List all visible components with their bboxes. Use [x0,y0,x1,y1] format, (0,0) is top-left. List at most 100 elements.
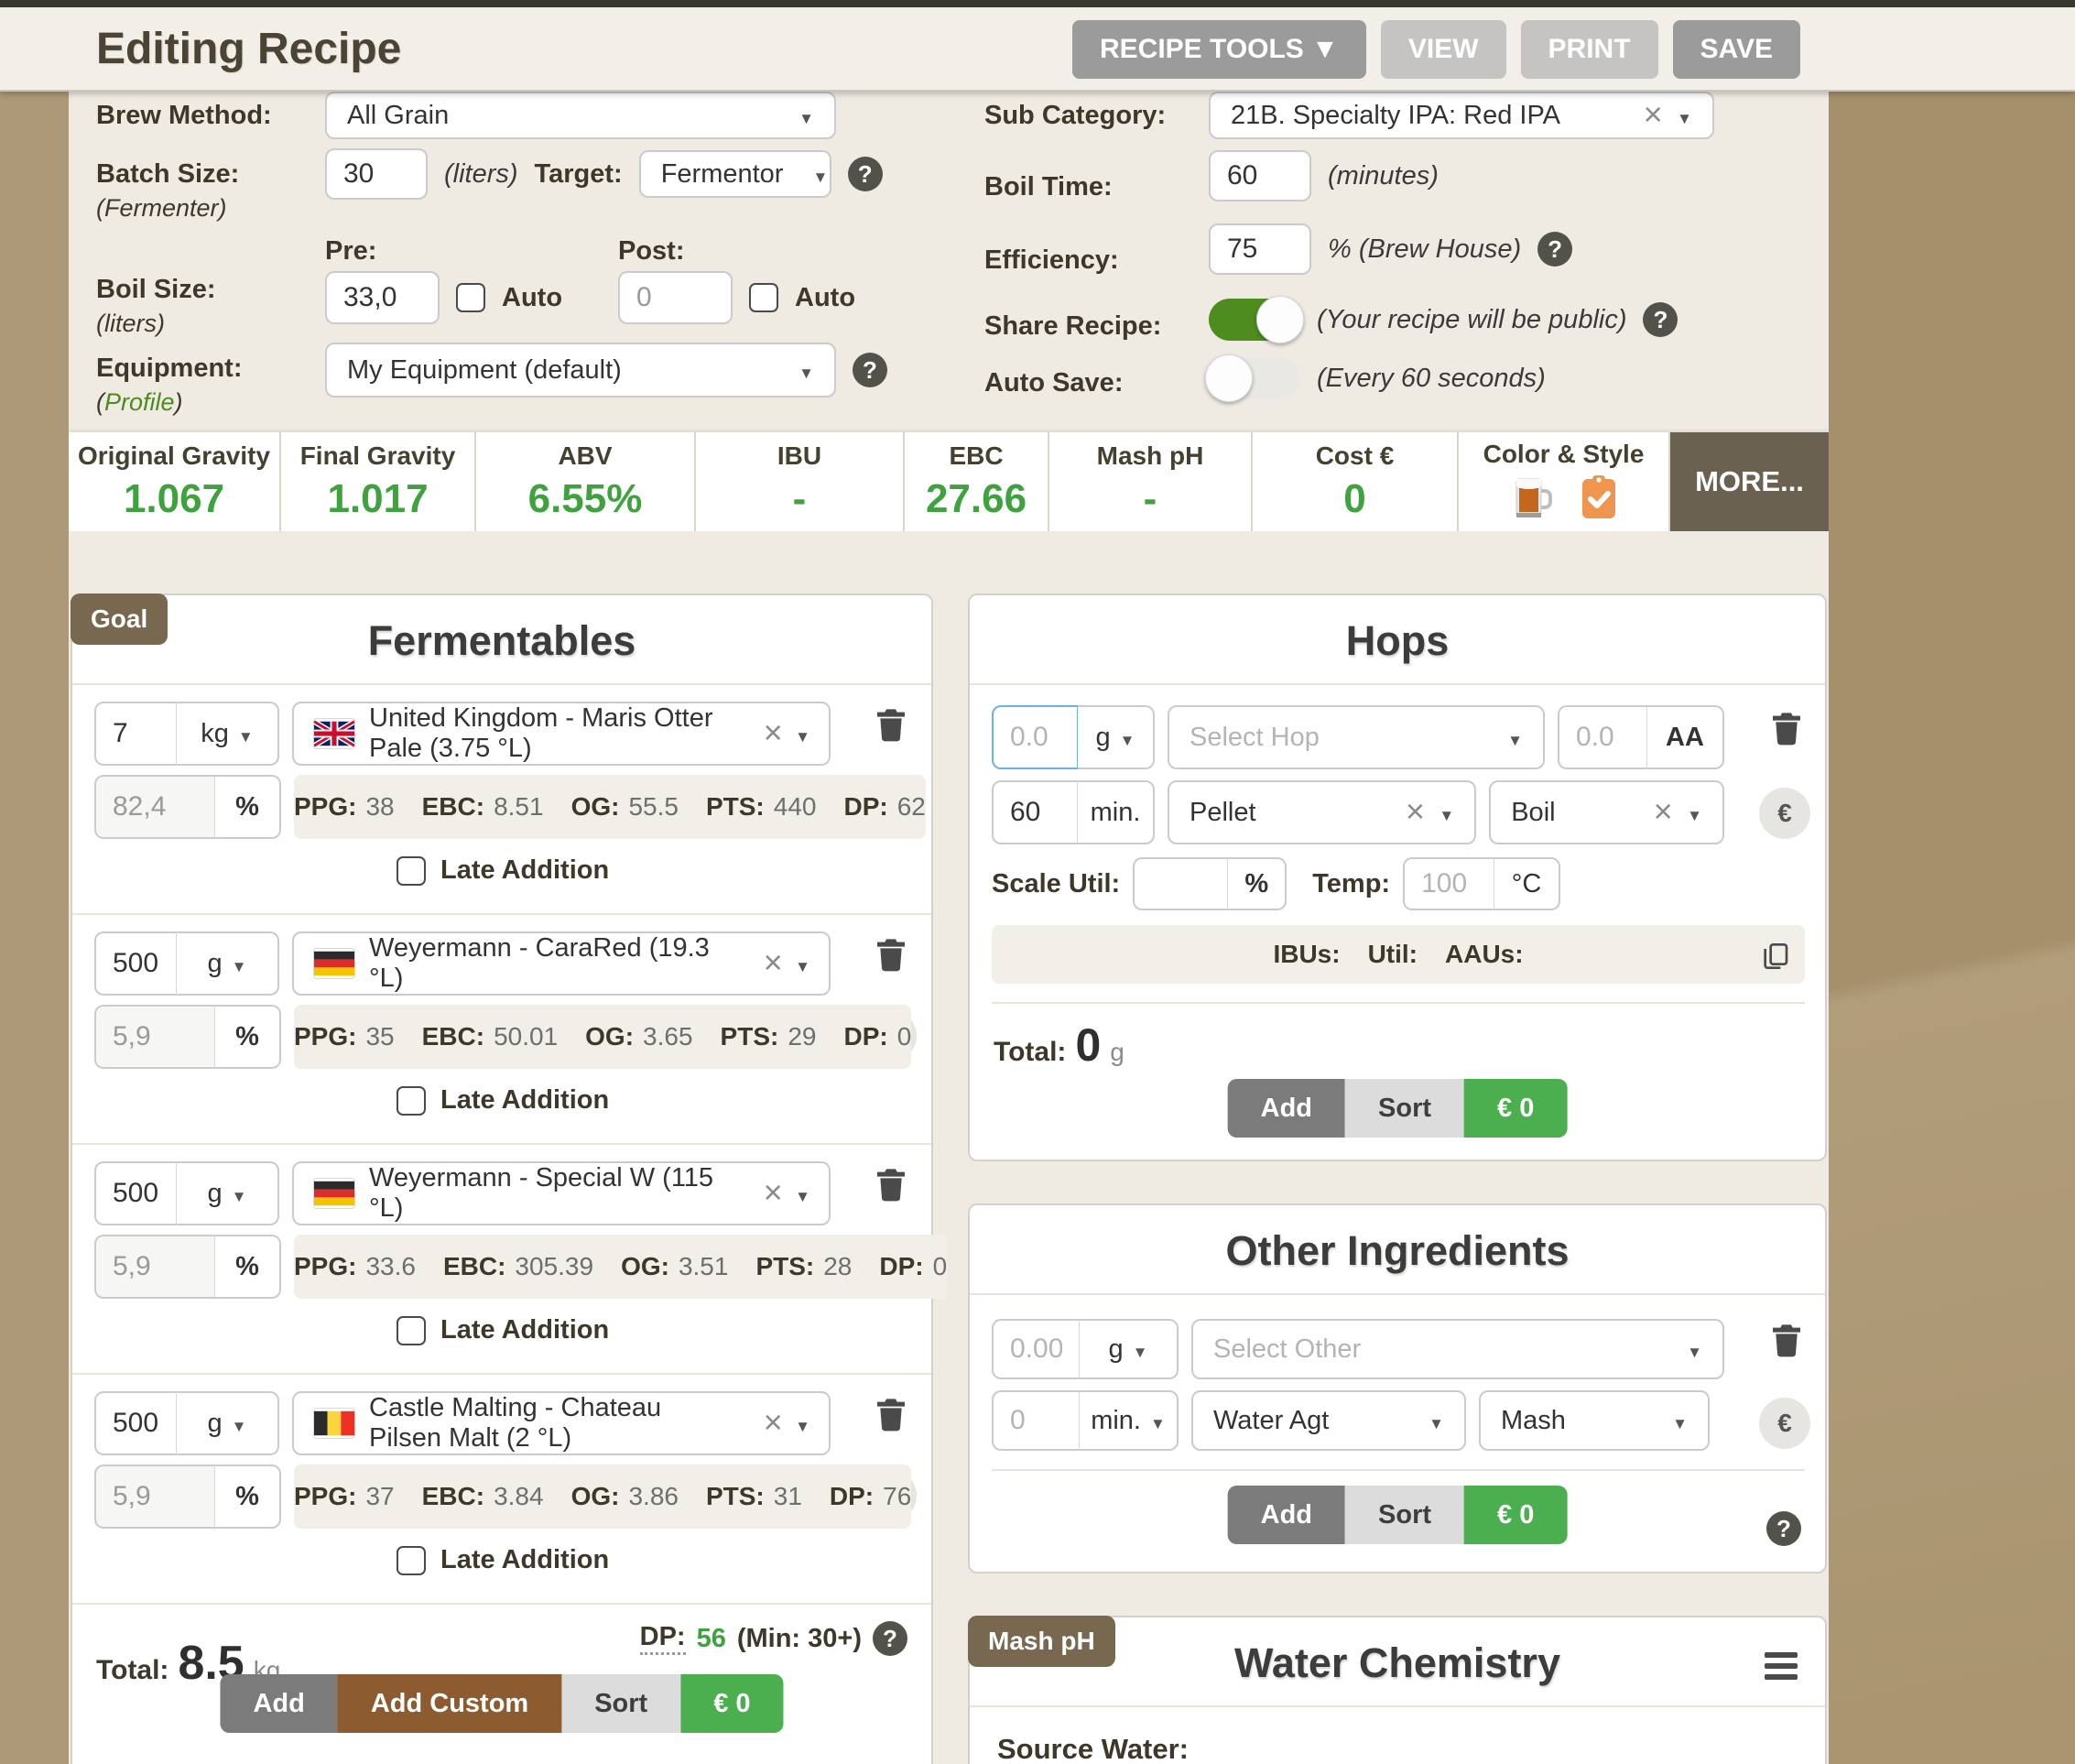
fermentables-panel: Goal Fermentables kg [71,593,933,1764]
percent-input[interactable] [94,1465,215,1529]
pre-boil-size-input[interactable] [325,271,440,324]
scale-util-input[interactable] [1133,857,1228,910]
other-unit-select[interactable]: g [1080,1319,1179,1379]
other-amount-input[interactable] [992,1319,1080,1379]
hops-cost-button[interactable]: € 0 [1464,1079,1567,1138]
chevron-down-icon [1439,798,1454,828]
percent-input[interactable] [94,775,215,839]
more-stats-button[interactable]: MORE... [1670,432,1829,531]
unit-select[interactable]: g [177,1391,279,1455]
cost-icon[interactable] [1759,1398,1810,1449]
add-fermentable-button[interactable]: Add [220,1674,337,1733]
mash-ph-tag[interactable]: Mash pH [968,1616,1115,1667]
delete-icon[interactable] [873,1393,909,1440]
delete-icon[interactable] [1768,707,1805,754]
efficiency-input[interactable] [1209,223,1311,275]
other-select[interactable]: Select Other [1191,1319,1724,1379]
save-button[interactable]: SAVE [1673,20,1800,79]
other-type-select[interactable]: Water Agt [1191,1390,1466,1451]
clear-icon[interactable] [1405,795,1424,830]
amount-input[interactable] [94,931,177,996]
clear-icon[interactable] [763,1406,782,1441]
fermentable-select[interactable]: Weyermann - CaraRed (19.3 °L) [292,931,831,996]
recipe-tools-button[interactable]: RECIPE TOOLS ▼ [1072,20,1366,79]
sub-category-select[interactable]: 21B. Specialty IPA: Red IPA [1209,92,1714,139]
beer-mug-icon[interactable] [1510,474,1552,525]
delete-icon[interactable] [1768,1319,1805,1366]
hop-type-select[interactable]: Pellet [1168,780,1476,844]
other-cost-button[interactable]: € 0 [1464,1486,1567,1544]
delete-icon[interactable] [873,1163,909,1210]
goal-tag[interactable]: Goal [71,593,168,645]
post-auto-checkbox[interactable] [749,283,778,312]
temp-input[interactable] [1403,857,1494,910]
hop-time-input[interactable] [992,780,1078,844]
delete-icon[interactable] [873,933,909,980]
help-icon[interactable] [1643,302,1678,337]
sort-fermentables-button[interactable]: Sort [561,1674,680,1733]
equipment-label: Equipment: [96,354,243,384]
clear-icon[interactable] [1643,98,1662,133]
late-addition-checkbox[interactable] [397,1316,426,1345]
boil-time-input[interactable] [1209,150,1311,201]
help-icon[interactable] [853,353,887,387]
clear-icon[interactable] [1653,795,1672,830]
other-time-input[interactable] [992,1390,1080,1451]
hop-amount-group: g [992,705,1155,769]
target-select[interactable]: Fermentor [639,150,831,198]
sort-other-button[interactable]: Sort [1345,1486,1464,1544]
view-button[interactable]: VIEW [1381,20,1506,79]
hop-use-select[interactable]: Boil [1489,780,1724,844]
fermentable-select[interactable]: Castle Malting - Chateau Pilsen Malt (2 … [292,1391,831,1455]
help-icon[interactable] [848,157,883,191]
pre-auto-checkbox[interactable] [456,283,485,312]
amount-input[interactable] [94,702,177,766]
clear-icon[interactable] [763,716,782,751]
print-button[interactable]: PRINT [1521,20,1658,79]
copy-icon[interactable] [1761,940,1790,979]
unit-select[interactable]: kg [177,702,279,766]
clear-icon[interactable] [763,946,782,981]
sort-hops-button[interactable]: Sort [1345,1079,1464,1138]
cost-icon[interactable] [1759,788,1810,839]
late-addition-checkbox[interactable] [397,856,426,886]
alpha-acid-input[interactable] [1558,705,1647,769]
style-clipboard-icon[interactable] [1580,474,1618,525]
delete-icon[interactable] [873,703,909,750]
help-icon[interactable] [1766,1511,1801,1546]
menu-icon[interactable] [1765,1652,1798,1680]
source-water-label: Source Water: [997,1733,1189,1764]
auto-save-toggle[interactable] [1209,357,1300,399]
unit-select[interactable]: g [177,1161,279,1225]
other-time-unit-select[interactable]: min. [1080,1390,1179,1451]
add-other-button[interactable]: Add [1228,1486,1345,1544]
hop-amount-input[interactable] [992,705,1078,769]
fermentable-select[interactable]: Weyermann - Special W (115 °L) [292,1161,831,1225]
profile-link[interactable]: Profile [104,388,175,416]
hop-unit-select[interactable]: g [1078,705,1155,769]
add-hop-button[interactable]: Add [1228,1079,1345,1138]
percent-input[interactable] [94,1235,215,1299]
fermentables-cost-button[interactable]: € 0 [680,1674,783,1733]
amount-input[interactable] [94,1161,177,1225]
unit-select[interactable]: g [177,931,279,996]
late-addition-checkbox[interactable] [397,1086,426,1116]
batch-size-input[interactable] [325,148,428,200]
equipment-select[interactable]: My Equipment (default) [325,343,836,397]
post-boil-size-input[interactable] [618,271,733,324]
clear-icon[interactable] [763,1176,782,1211]
brew-method-select[interactable]: All Grain [325,92,836,139]
hop-select[interactable]: Select Hop [1168,705,1545,769]
other-use-select[interactable]: Mash [1479,1390,1710,1451]
liters-note: (liters) [444,159,518,190]
late-addition-checkbox[interactable] [397,1546,426,1575]
help-icon[interactable] [873,1621,907,1656]
chevron-down-icon [1429,1406,1444,1436]
fermentable-select[interactable]: United Kingdom - Maris Otter Pale (3.75 … [292,702,831,766]
share-recipe-toggle[interactable] [1209,299,1300,341]
amount-input[interactable] [94,1391,177,1455]
help-icon[interactable] [1537,232,1572,267]
add-custom-fermentable-button[interactable]: Add Custom [338,1674,561,1733]
percent-input[interactable] [94,1005,215,1069]
pre-label: Pre: [325,236,376,267]
